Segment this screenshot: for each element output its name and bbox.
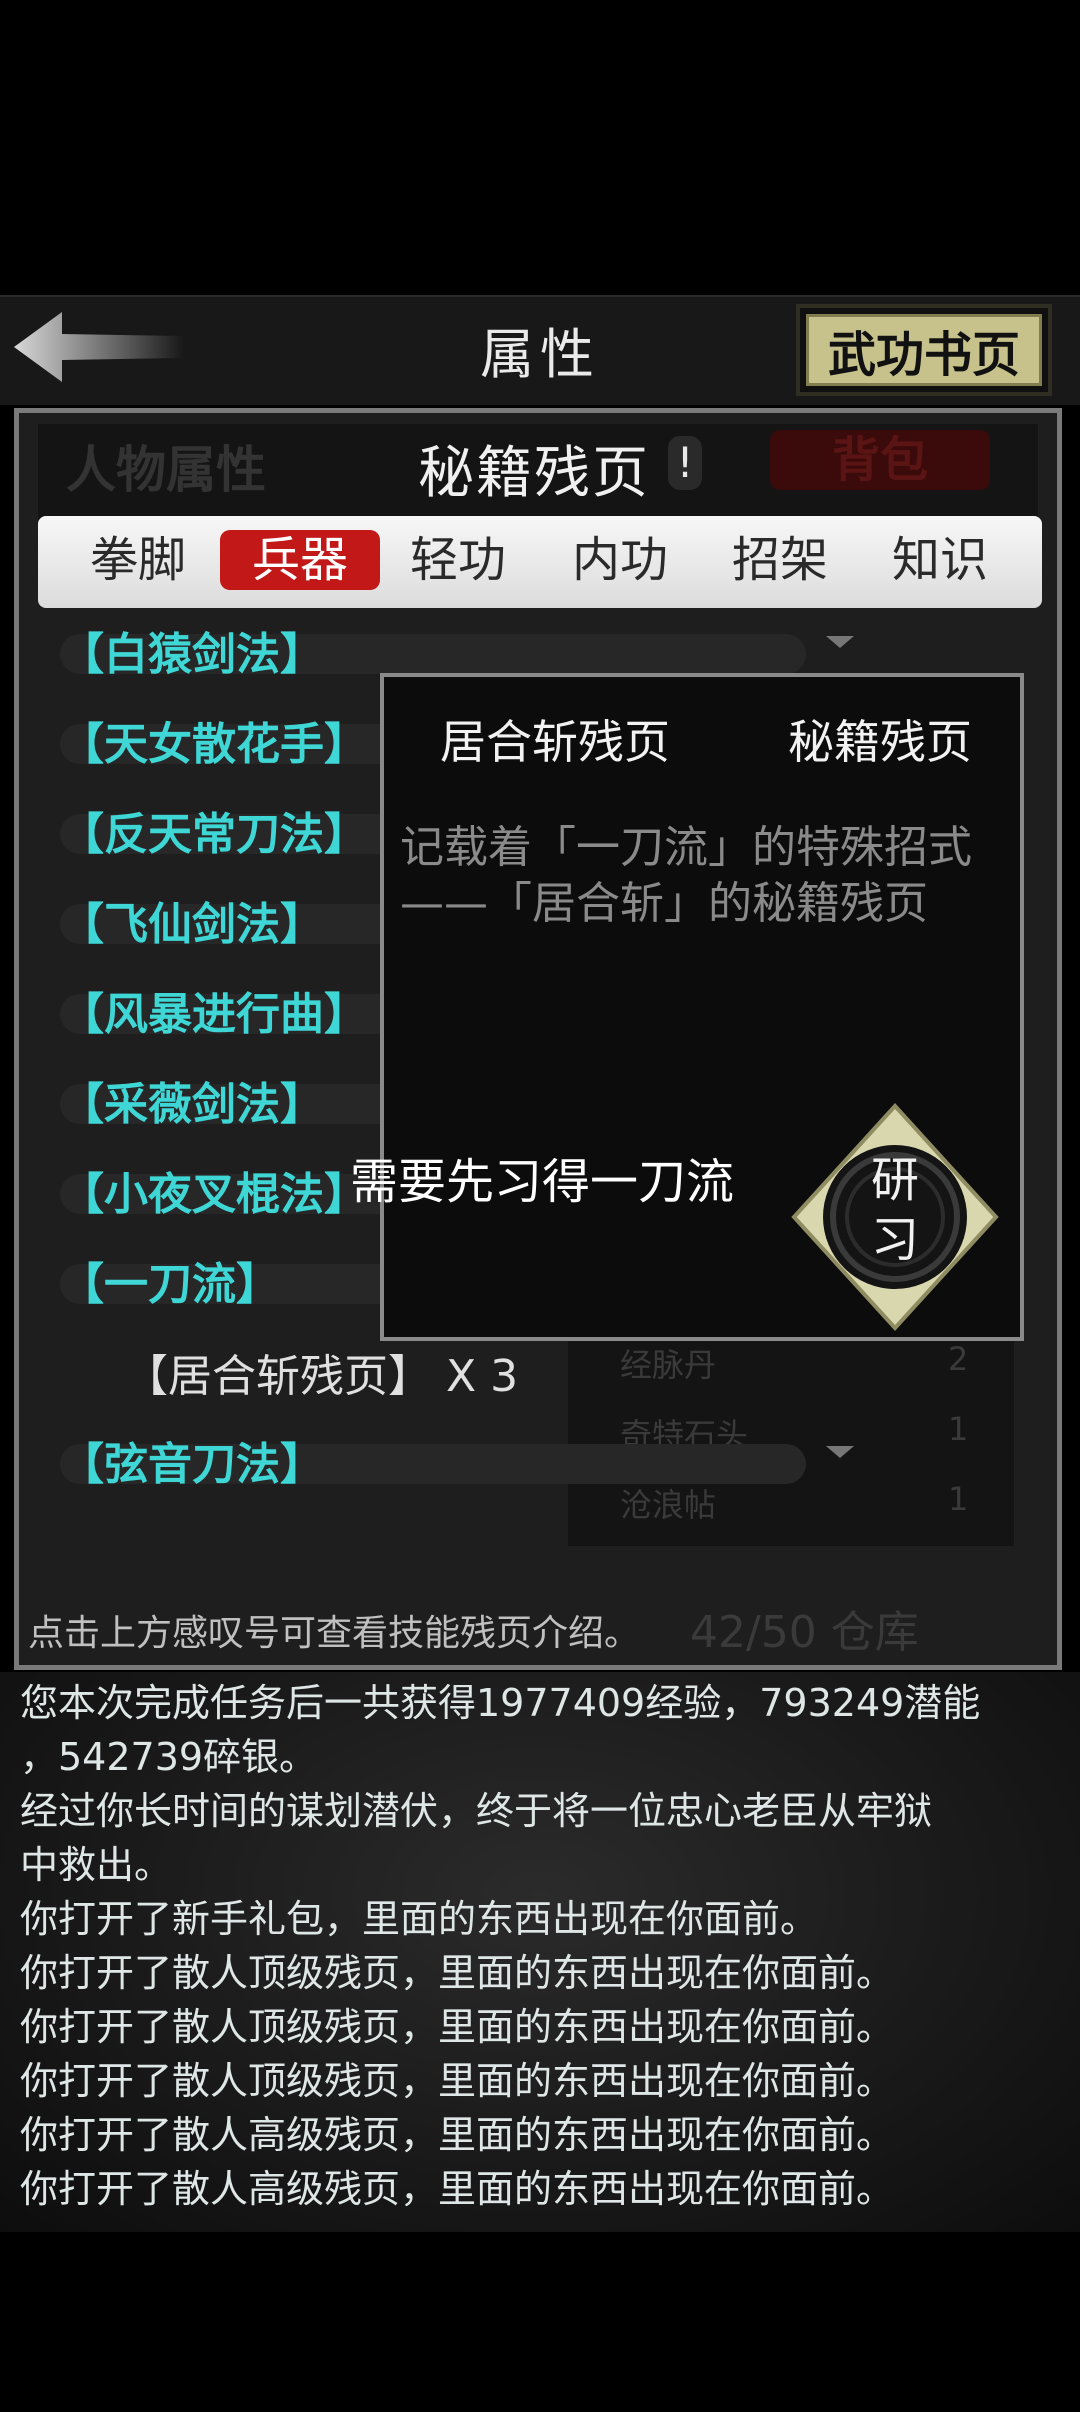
exclamation-icon[interactable]: ! — [668, 436, 702, 490]
list-item-label: 【弦音刀法】 — [60, 1439, 324, 1490]
category-tab-weapon[interactable]: 兵器 — [220, 530, 380, 590]
list-item-label: 【采薇剑法】 — [60, 1079, 324, 1130]
log-line: 你打开了散人高级残页，里面的东西出现在你面前。 — [20, 2113, 895, 2157]
log-line: 您本次完成任务后一共获得1977409经验，793249潜能 — [20, 1681, 981, 1725]
chevron-down-icon — [826, 636, 854, 648]
ghost-count: 2 — [948, 1340, 969, 1378]
log-line: 你打开了散人顶级残页，里面的东西出现在你面前。 — [20, 2005, 895, 2049]
category-tab-inner[interactable]: 内功 — [540, 530, 700, 590]
list-item-label: 【反天常刀法】 — [60, 809, 368, 860]
log-line: 中救出。 — [20, 1843, 173, 1887]
list-item-label: 【飞仙剑法】 — [60, 899, 324, 950]
popup-item-name: 居合斩残页 — [440, 715, 670, 769]
book-pages-button[interactable]: 武功书页 — [796, 304, 1052, 396]
hint-text: 点击上方感叹号可查看技能残页介绍。 — [28, 1613, 641, 1654]
study-button-label: 研习 — [870, 1152, 919, 1268]
ghost-count: 1 — [948, 1410, 969, 1448]
popup-requirement: 需要先习得一刀流 — [350, 1154, 735, 1210]
log-line: 你打开了散人顶级残页，里面的东西出现在你面前。 — [20, 1951, 895, 1995]
status-area — [0, 0, 1080, 295]
log-line: 你打开了散人顶级残页，里面的东西出现在你面前。 — [20, 2059, 895, 2103]
log-line: 你打开了新手礼包，里面的东西出现在你面前。 — [20, 1897, 819, 1941]
tab-person-attributes[interactable]: 人物属性 — [66, 430, 266, 502]
category-tab-lightness[interactable]: 轻功 — [378, 530, 538, 590]
ghost-item: 经脉丹 — [620, 1346, 717, 1384]
fragment-sub-item[interactable]: 【居合斩残页】 X 3 — [124, 1340, 518, 1404]
log-line: ，542739碎银。 — [20, 1735, 318, 1779]
list-item-label: 【风暴进行曲】 — [60, 989, 368, 1040]
book-pages-button-label: 武功书页 — [806, 314, 1042, 386]
list-item-label: 【一刀流】 — [60, 1259, 280, 1310]
popup-item-type: 秘籍残页 — [788, 715, 972, 769]
log-line: 你打开了散人高级残页，里面的东西出现在你面前。 — [20, 2167, 895, 2211]
log-line: 经过你长时间的谋划潜伏，终于将一位忠心老臣从牢狱 — [20, 1789, 933, 1833]
ghost-storage-count: 42/50 仓库 — [690, 1607, 919, 1658]
list-item-label: 【小夜叉棍法】 — [60, 1169, 368, 1220]
category-tab-knowledge[interactable]: 知识 — [860, 530, 1020, 590]
category-tab-parry[interactable]: 招架 — [700, 530, 860, 590]
list-item-label: 【白猿剑法】 — [60, 629, 324, 680]
category-tab-fist[interactable]: 拳脚 — [58, 530, 218, 590]
chevron-down-icon — [826, 1446, 854, 1458]
tab-bag[interactable]: 背包 — [770, 430, 990, 490]
ghost-item: 沧浪帖 — [620, 1486, 717, 1524]
popup-description: 记载着「一刀流」的特殊招式——「居合斩」的秘籍残页 — [400, 822, 972, 929]
list-item-label: 【天女散花手】 — [60, 719, 368, 770]
ghost-count: 1 — [948, 1480, 969, 1518]
tab-secret-pages[interactable]: 秘籍残页 — [418, 428, 650, 509]
